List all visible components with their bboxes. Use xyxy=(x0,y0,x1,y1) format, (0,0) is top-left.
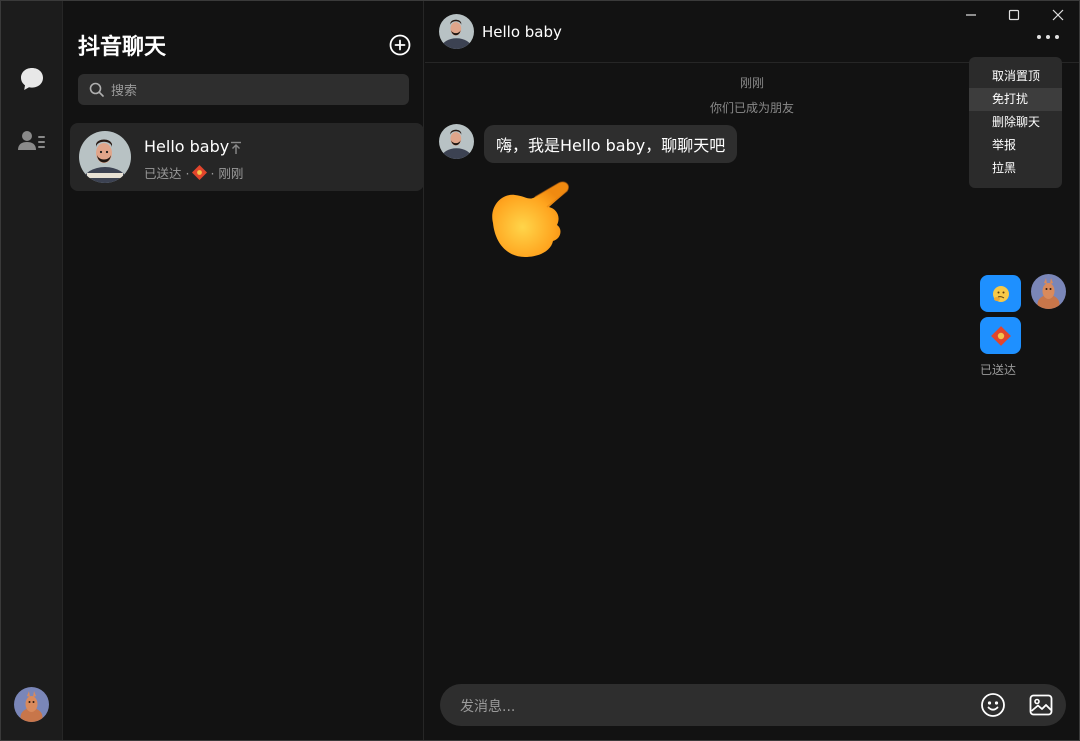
avatar xyxy=(79,131,131,183)
menu-item-block[interactable]: 拉黑 xyxy=(969,157,1062,180)
close-icon[interactable] xyxy=(1049,6,1067,24)
more-options-menu: 取消置顶 免打扰 删除聊天 举报 拉黑 xyxy=(969,57,1062,188)
thinking-emoji-icon xyxy=(992,285,1009,302)
search-input[interactable]: 搜索 xyxy=(78,74,409,105)
message-composer[interactable]: 发消息... xyxy=(440,684,1066,726)
menu-item-unpin[interactable]: 取消置顶 xyxy=(969,65,1062,88)
chat-bubble-icon[interactable] xyxy=(16,63,48,95)
my-avatar[interactable] xyxy=(14,687,49,722)
conversation-list-panel: 抖音聊天 搜索 Hello baby 已送达 · · 刚刚 xyxy=(63,1,424,740)
contacts-icon[interactable] xyxy=(16,125,48,157)
fu-sticker-icon xyxy=(990,325,1011,346)
fu-sticker-icon xyxy=(192,165,208,180)
pin-top-icon xyxy=(230,140,242,159)
message-input[interactable]: 发消息... xyxy=(460,696,515,716)
chat-title: Hello baby xyxy=(482,23,562,41)
chat-header: Hello baby xyxy=(425,1,1079,63)
menu-item-report[interactable]: 举报 xyxy=(969,134,1062,157)
conversation-meta: 已送达 · · 刚刚 xyxy=(144,163,243,182)
maximize-icon[interactable] xyxy=(1005,6,1023,24)
image-icon[interactable] xyxy=(1028,692,1054,718)
more-options-icon[interactable] xyxy=(1037,29,1059,45)
minimize-icon[interactable] xyxy=(962,6,980,24)
conversation-name: Hello baby xyxy=(144,137,230,156)
incoming-message-bubble[interactable]: 嗨，我是Hello baby，聊聊天吧 xyxy=(484,125,738,163)
chat-panel: Hello baby 刚刚 你们已成为朋友 嗨，我是Hello baby，聊聊天… xyxy=(425,1,1079,740)
outgoing-message-bubble[interactable] xyxy=(980,317,1021,354)
pointing-hand-sticker-icon[interactable] xyxy=(485,177,581,263)
avatar[interactable] xyxy=(439,124,474,159)
conversation-status: 已送达 · xyxy=(144,166,190,181)
search-placeholder: 搜索 xyxy=(111,84,138,99)
outgoing-message-bubble[interactable] xyxy=(980,275,1021,312)
avatar[interactable] xyxy=(439,14,474,49)
menu-item-delete-chat[interactable]: 删除聊天 xyxy=(969,111,1062,134)
my-avatar[interactable] xyxy=(1031,274,1066,309)
list-item[interactable]: Hello baby 已送达 · · 刚刚 xyxy=(70,123,424,191)
emoji-icon[interactable] xyxy=(980,692,1006,718)
delivery-status: 已送达 xyxy=(980,363,1017,377)
left-nav-rail xyxy=(1,1,63,740)
conversation-time: · 刚刚 xyxy=(210,166,244,181)
add-circle-icon[interactable] xyxy=(389,34,411,56)
page-title: 抖音聊天 xyxy=(78,35,167,60)
app-window: 抖音聊天 搜索 Hello baby 已送达 · · 刚刚 Hello baby… xyxy=(0,0,1080,741)
search-icon xyxy=(89,82,104,97)
menu-item-mute[interactable]: 免打扰 xyxy=(969,88,1062,111)
